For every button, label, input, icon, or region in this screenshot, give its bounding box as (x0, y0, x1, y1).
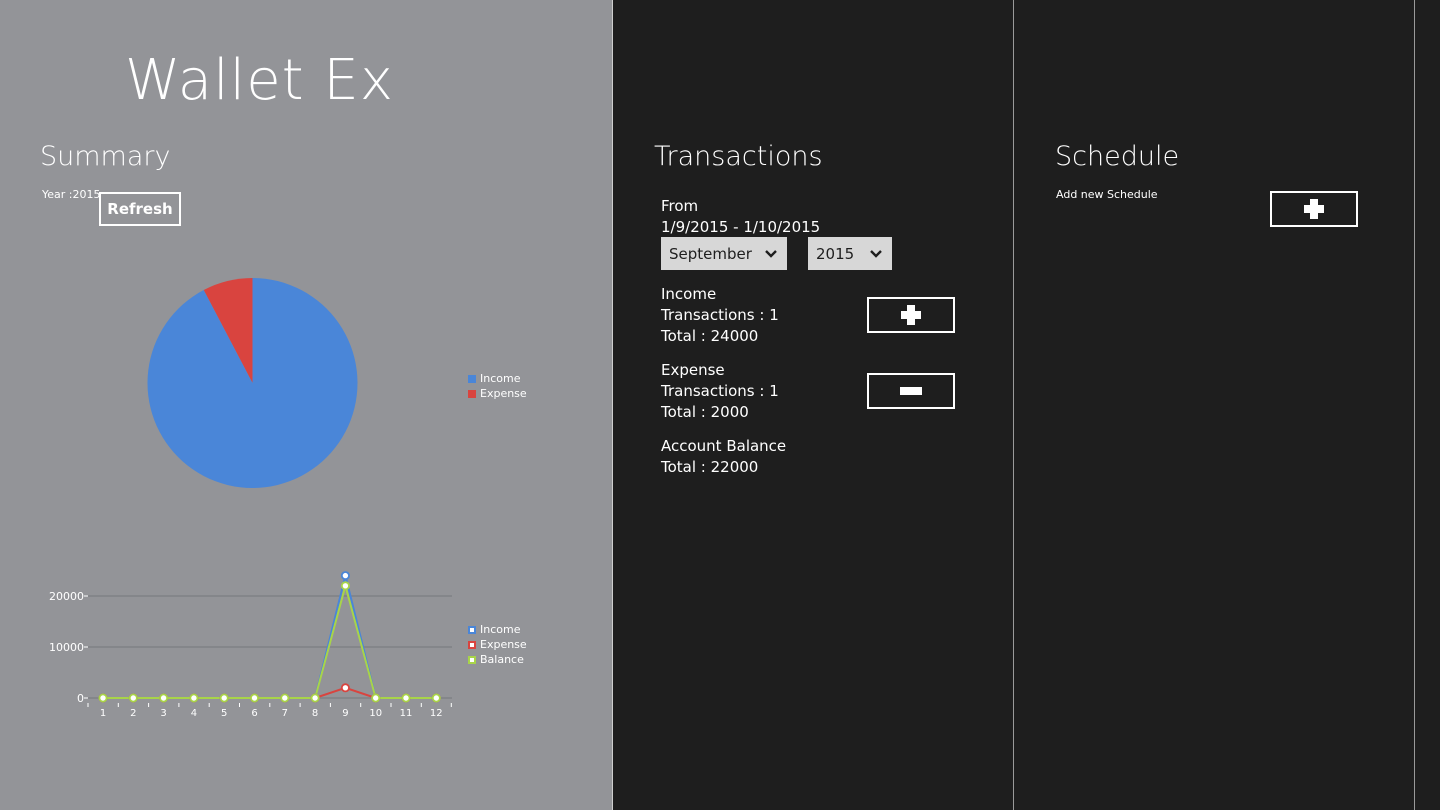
transactions-title: Transactions (654, 141, 823, 172)
add-income-button[interactable] (867, 297, 955, 333)
legend-label: Expense (480, 638, 527, 651)
summary-panel: Wallet Ex Summary Year :2015 Refresh Inc… (0, 0, 612, 810)
expense-total: Total : 2000 (661, 403, 749, 421)
pie-chart (147, 278, 358, 488)
transactions-panel: Transactions From 1/9/2015 - 1/10/2015 S… (612, 0, 1013, 810)
legend-label: Income (480, 623, 521, 636)
expense-label: Expense (661, 361, 725, 379)
legend-item: Expense (468, 386, 527, 401)
chevron-down-icon (870, 249, 882, 258)
x-tick-label: 7 (282, 708, 288, 719)
add-expense-button[interactable] (867, 373, 955, 409)
legend-swatch (468, 625, 476, 634)
month-select-value: September (669, 244, 752, 263)
x-tick-label: 8 (312, 708, 318, 719)
data-point-balance (340, 581, 350, 591)
expense-count: Transactions : 1 (661, 382, 779, 400)
year-select-value: 2015 (816, 244, 855, 263)
add-schedule-button[interactable] (1270, 191, 1358, 227)
data-point-balance (128, 693, 138, 703)
legend-label: Expense (480, 387, 527, 400)
chevron-down-icon (765, 249, 777, 258)
data-point-balance (189, 693, 199, 703)
legend-swatch (468, 389, 476, 398)
y-tick-label: 20000 (49, 590, 84, 603)
balance-label: Account Balance (661, 437, 787, 455)
data-point-balance (249, 693, 259, 703)
add-schedule-label: Add new Schedule (1056, 188, 1158, 201)
x-tick-label: 5 (221, 708, 227, 719)
legend-swatch (468, 655, 476, 664)
from-label: From (661, 197, 699, 215)
series-line-balance (103, 581, 437, 699)
line-legend: Income Expense Balance (468, 622, 527, 667)
data-point-balance (310, 693, 320, 703)
schedule-panel: Schedule Add new Schedule (1013, 0, 1415, 810)
data-point-balance (371, 693, 381, 703)
expense-section: Expense Transactions : 1 Total : 2000 (661, 360, 779, 423)
plus-icon (1304, 199, 1324, 219)
income-total: Total : 24000 (661, 327, 759, 345)
line-chart: 010000200001 2 3 4 5 6 7 8 9 10 11 12 (49, 571, 452, 719)
x-tick-label: 12 (430, 708, 443, 719)
data-point-balance (159, 693, 169, 703)
month-select[interactable]: September (661, 237, 787, 270)
x-tick-label: 1 (100, 708, 106, 719)
data-point-balance (401, 693, 411, 703)
data-point-expense (340, 683, 350, 693)
pie-legend: Income Expense (468, 371, 527, 401)
legend-item: Income (468, 371, 527, 386)
pie-slice-income (147, 278, 358, 488)
summary-title: Summary (40, 141, 171, 172)
balance-section: Account Balance Total : 22000 (661, 436, 786, 478)
data-point-balance (280, 693, 290, 703)
schedule-title: Schedule (1055, 141, 1180, 172)
x-tick-label: 2 (130, 708, 136, 719)
series-line-income (103, 575, 437, 699)
data-point-balance (98, 693, 108, 703)
app-title: Wallet Ex (125, 48, 394, 113)
year-label: Year :2015 (42, 188, 101, 201)
series-line-expense (103, 686, 437, 699)
legend-item: Income (468, 622, 527, 637)
refresh-button[interactable]: Refresh (99, 192, 181, 226)
y-tick-label: 0 (77, 692, 84, 705)
year-select[interactable]: 2015 (808, 237, 892, 270)
x-tick-label: 3 (160, 708, 166, 719)
balance-total: Total : 22000 (661, 458, 759, 476)
income-count: Transactions : 1 (661, 306, 779, 324)
right-edge-strip (1415, 0, 1440, 810)
x-tick-label: 11 (400, 708, 413, 719)
data-point-income (340, 571, 350, 581)
x-tick-label: 6 (251, 708, 257, 719)
data-point-balance (431, 693, 441, 703)
date-range: 1/9/2015 - 1/10/2015 (661, 218, 821, 236)
y-tick-label: 10000 (49, 641, 84, 654)
x-tick-label: 9 (342, 708, 348, 719)
x-tick-label: 4 (191, 708, 197, 719)
legend-item: Expense (468, 637, 527, 652)
plus-icon (901, 305, 921, 325)
x-tick-label: 10 (369, 708, 382, 719)
legend-label: Income (480, 372, 521, 385)
legend-label: Balance (480, 653, 524, 666)
data-point-balance (219, 693, 229, 703)
legend-swatch (468, 640, 476, 649)
income-label: Income (661, 285, 717, 303)
legend-swatch (468, 374, 476, 383)
income-section: Income Transactions : 1 Total : 24000 (661, 284, 779, 347)
minus-icon (900, 387, 922, 395)
legend-item: Balance (468, 652, 527, 667)
